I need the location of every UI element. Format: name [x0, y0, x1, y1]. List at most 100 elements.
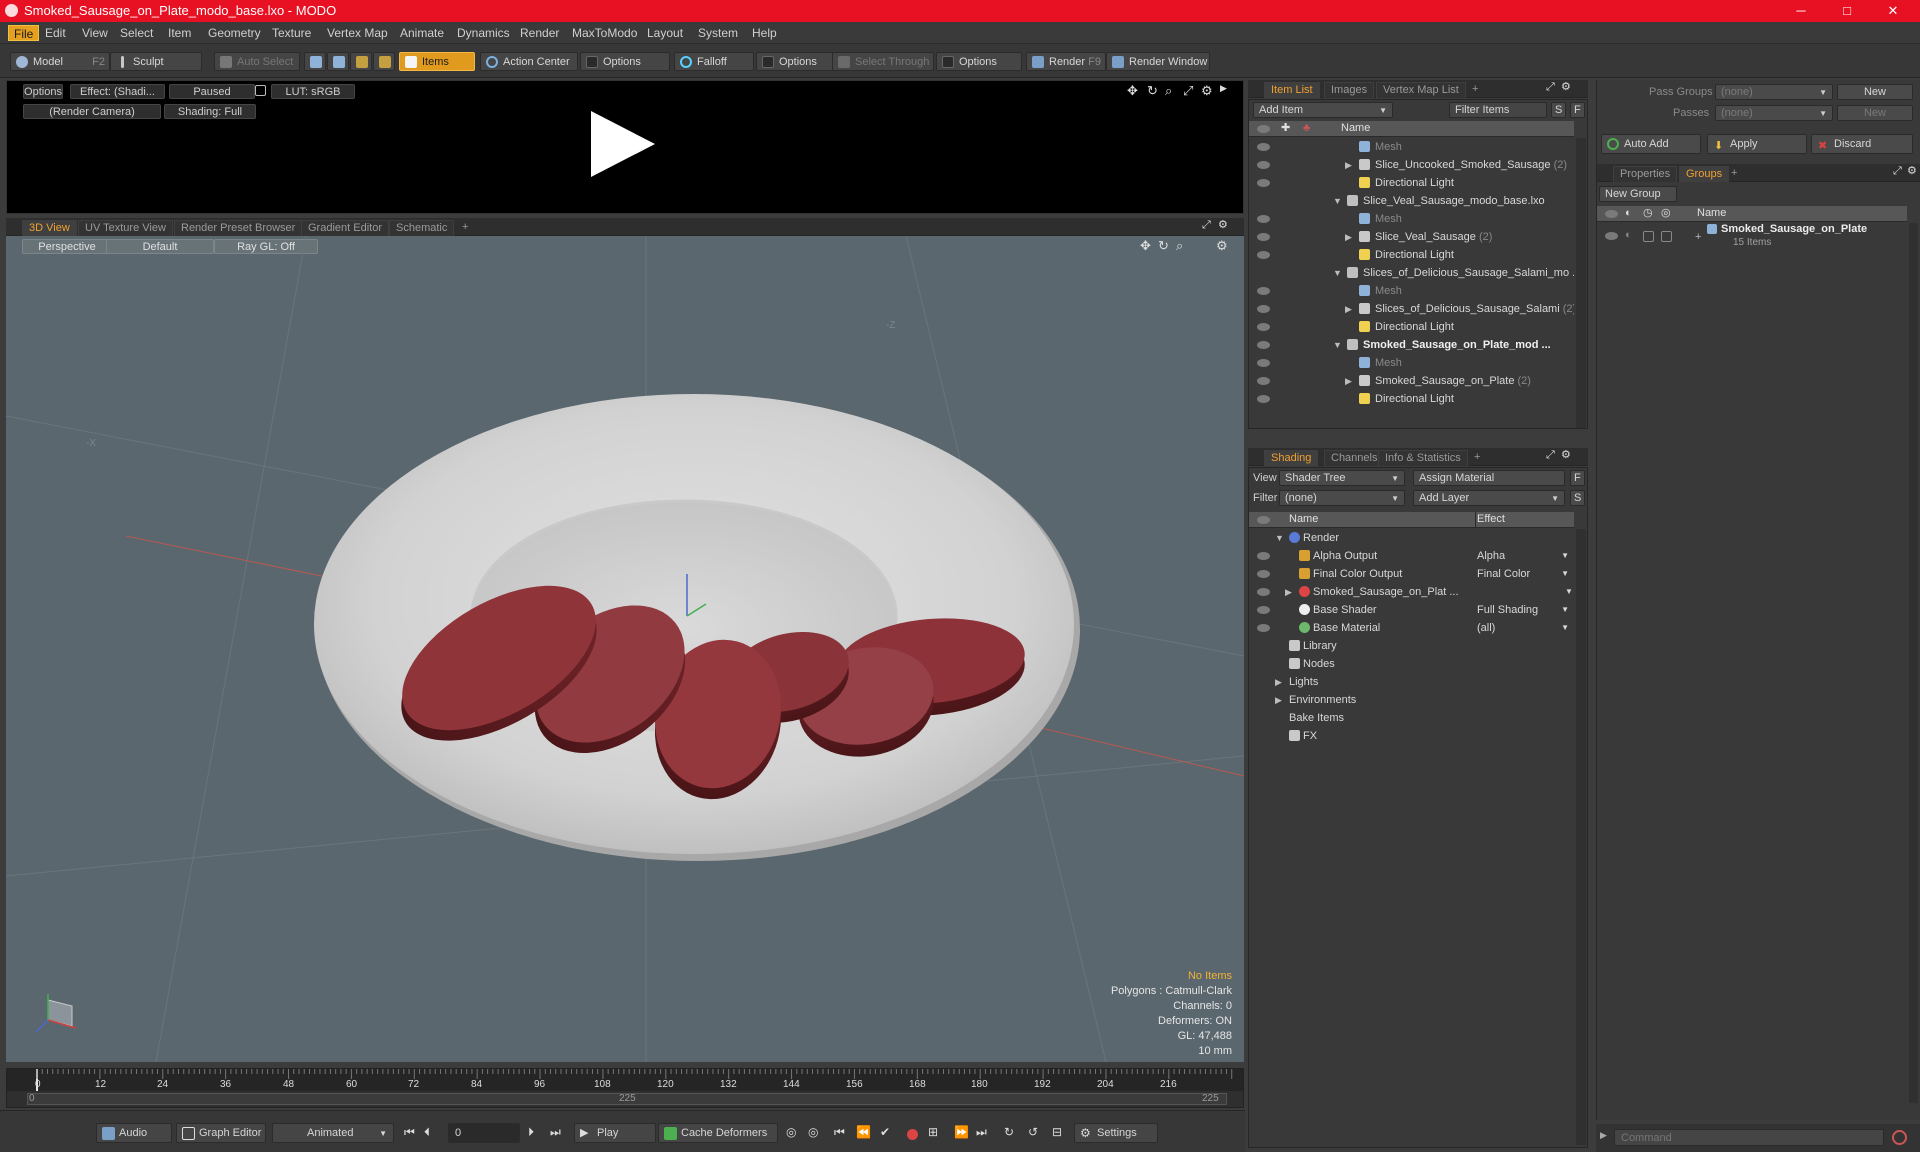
filter-items-input[interactable]: Filter Items — [1449, 102, 1547, 118]
command-input[interactable] — [1614, 1129, 1884, 1146]
expand-arrow-icon[interactable]: ▶ — [1345, 372, 1352, 390]
eye-icon[interactable] — [1257, 197, 1270, 205]
shader-tree-row[interactable]: FX — [1249, 727, 1574, 745]
select-through-options-button[interactable]: Options — [936, 52, 1022, 71]
maximize-icon[interactable]: ⤢ — [1202, 219, 1211, 232]
shader-tree-row[interactable]: Nodes — [1249, 655, 1574, 673]
shader-tree-row[interactable]: Library — [1249, 637, 1574, 655]
eye-icon[interactable] — [1257, 570, 1270, 578]
gear-icon[interactable]: ⚙ — [1218, 218, 1228, 231]
step-forward-icon[interactable]: ⏵ — [528, 1125, 534, 1140]
item-list-row[interactable]: ▶ Smoked_Sausage_on_Plate (2) — [1249, 372, 1574, 390]
eye-icon[interactable] — [1257, 179, 1270, 187]
prev-key-2-icon[interactable]: ⏪ — [856, 1125, 871, 1139]
eye-icon[interactable] — [1257, 323, 1270, 331]
expand-arrow-icon[interactable]: ▶ — [1600, 1130, 1607, 1141]
play-button[interactable]: ▶ Play — [574, 1123, 656, 1143]
maximize-icon[interactable]: ⤢ — [1546, 449, 1555, 462]
next-key-icon[interactable]: ⏩ — [954, 1125, 969, 1139]
eye-icon[interactable] — [1257, 588, 1270, 596]
close-button[interactable]: ✕ — [1870, 0, 1916, 22]
eye-icon[interactable] — [1257, 269, 1270, 277]
shader-tree-row[interactable]: ▶ Smoked_Sausage_on_Plat ... ▼ — [1249, 583, 1574, 601]
eye-icon[interactable] — [1257, 377, 1270, 385]
cache-deformers-button[interactable]: Cache Deformers — [658, 1123, 778, 1143]
chevron-down-icon[interactable]: ▼ — [1565, 583, 1573, 601]
menu-maxtomodo[interactable]: MaxToModo — [567, 25, 642, 41]
item-list-row[interactable]: Directional Light — [1249, 318, 1574, 336]
menu-render[interactable]: Render — [515, 25, 564, 41]
add-tab-button[interactable]: + — [1468, 450, 1486, 466]
eye-icon[interactable] — [1257, 161, 1270, 169]
item-list-row[interactable]: Directional Light — [1249, 246, 1574, 264]
shader-tree-row[interactable]: Final Color Output Final Color ▼ — [1249, 565, 1574, 583]
arrow-right-icon[interactable]: ▶ — [1220, 83, 1227, 94]
menu-layout[interactable]: Layout — [642, 25, 688, 41]
tab-groups[interactable]: Groups — [1679, 166, 1730, 182]
auto-add-button[interactable]: Auto Add — [1601, 134, 1701, 154]
vertex-mode-button[interactable] — [304, 52, 326, 71]
tab-properties[interactable]: Properties — [1613, 166, 1678, 182]
3d-viewport[interactable]: Perspective Default Ray GL: Off ✥ ↻ ⌕ ⚙ … — [6, 236, 1244, 1062]
effect-dropdown[interactable]: Full Shading ▼ — [1477, 601, 1573, 619]
move-icon[interactable]: ✥ — [1127, 83, 1138, 99]
set-key-icon[interactable]: ✔ — [880, 1125, 890, 1139]
lock-checkbox[interactable] — [1643, 231, 1654, 242]
tab-info-statistics[interactable]: Info & Statistics — [1378, 450, 1468, 466]
key-auto-icon[interactable]: ◎ — [808, 1125, 818, 1139]
sculpt-button[interactable]: Sculpt — [110, 52, 202, 71]
polygon-mode-button[interactable] — [350, 52, 372, 71]
action-center-options-button[interactable]: Options — [580, 52, 670, 71]
eye-icon[interactable] — [1257, 233, 1270, 241]
falloff-options-button[interactable]: Options — [756, 52, 838, 71]
item-list-row[interactable]: ▶ Slices_of_Delicious_Sausage_Salami (2) — [1249, 300, 1574, 318]
item-list-row[interactable]: Directional Light — [1249, 390, 1574, 408]
falloff-button[interactable]: Falloff — [674, 52, 754, 71]
add-layer-dropdown[interactable]: Add Layer ▼ — [1413, 490, 1565, 506]
eye-icon[interactable] — [1605, 232, 1618, 240]
item-list-row[interactable]: Directional Light — [1249, 174, 1574, 192]
tab-3d-view[interactable]: 3D View — [22, 220, 77, 236]
effect-dropdown[interactable]: (all) ▼ — [1477, 619, 1573, 637]
tab-vertex-map-list[interactable]: Vertex Map List — [1376, 82, 1466, 98]
item-list-row[interactable]: ▶ Slice_Uncooked_Smoked_Sausage (2) — [1249, 156, 1574, 174]
add-item-dropdown[interactable]: Add Item ▼ — [1253, 102, 1393, 118]
auto-select-button[interactable]: Auto Select — [214, 52, 300, 71]
maximize-icon[interactable]: ⤢ — [1183, 83, 1193, 99]
material-mode-button[interactable] — [373, 52, 395, 71]
effect-dropdown[interactable]: Alpha ▼ — [1477, 547, 1573, 565]
menu-view[interactable]: View — [77, 25, 113, 41]
eye-icon[interactable] — [1257, 305, 1270, 313]
menu-file[interactable]: File — [8, 25, 40, 41]
timeline[interactable]: 0 12 24 36 48 60 72 84 96 108 120 132 14… — [6, 1068, 1244, 1108]
menu-vertex-map[interactable]: Vertex Map — [322, 25, 393, 41]
audio-button[interactable]: Audio — [96, 1123, 172, 1143]
shading-s-button[interactable]: S — [1570, 490, 1585, 506]
passes-dropdown[interactable]: (none) ▼ — [1715, 105, 1833, 121]
loop-2-icon[interactable]: ↺ — [1028, 1125, 1038, 1139]
shader-tree-row[interactable]: ▶ Environments — [1249, 691, 1574, 709]
tab-render-preset-browser[interactable]: Render Preset Browser — [174, 220, 303, 236]
select-through-button[interactable]: Select Through — [832, 52, 934, 71]
eye-icon[interactable] — [1257, 143, 1270, 151]
pass-groups-dropdown[interactable]: (none) ▼ — [1715, 84, 1833, 100]
preview-options-button[interactable]: Options — [23, 84, 63, 99]
item-list-row[interactable]: ▼ Slices_of_Delicious_Sausage_Salami_mo .… — [1249, 264, 1574, 282]
maximize-icon[interactable]: ⤢ — [1546, 81, 1555, 94]
tab-gradient-editor[interactable]: Gradient Editor — [301, 220, 389, 236]
collapse-arrow-icon[interactable]: ▼ — [1275, 529, 1284, 547]
menu-dynamics[interactable]: Dynamics — [452, 25, 515, 41]
filter-icon[interactable]: ⊟ — [1052, 1125, 1062, 1139]
maximize-icon[interactable]: ⤢ — [1893, 165, 1902, 178]
discard-button[interactable]: ✖ Discard — [1811, 134, 1913, 154]
effect-dropdown[interactable]: Final Color ▼ — [1477, 565, 1573, 583]
tab-item-list[interactable]: Item List — [1264, 82, 1320, 98]
collapse-arrow-icon[interactable]: ▼ — [1333, 264, 1342, 282]
minimize-button[interactable]: ─ — [1778, 0, 1824, 22]
item-list-row[interactable]: Mesh — [1249, 354, 1574, 372]
menu-select[interactable]: Select — [115, 25, 158, 41]
eye-icon[interactable] — [1257, 341, 1270, 349]
eye-icon[interactable] — [1257, 215, 1270, 223]
eye-icon[interactable] — [1257, 395, 1270, 403]
item-list-row[interactable]: ▶ Slice_Veal_Sausage (2) — [1249, 228, 1574, 246]
